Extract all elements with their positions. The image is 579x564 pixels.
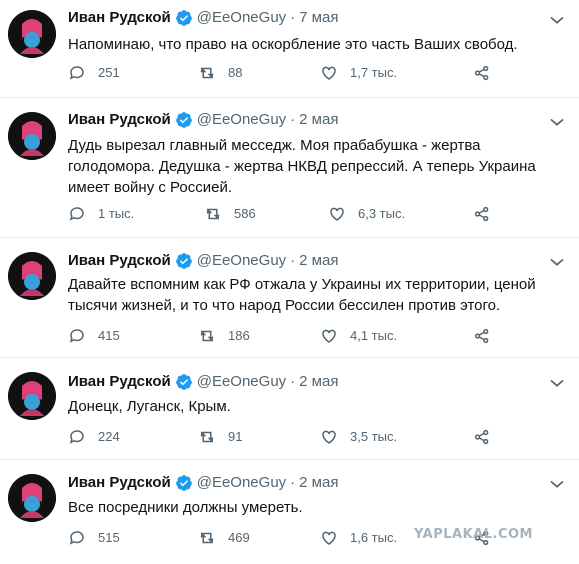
- retweet-button[interactable]: 186: [198, 327, 250, 345]
- share-button[interactable]: [473, 64, 503, 82]
- retweet-icon: [200, 532, 214, 544]
- author-handle[interactable]: @EeOneGuy: [197, 110, 286, 130]
- verified-badge-icon: [175, 475, 192, 491]
- author-name[interactable]: Иван Рудской: [68, 8, 171, 28]
- avatar[interactable]: [8, 372, 56, 420]
- retweet-count: 586: [234, 206, 256, 221]
- tweet-date[interactable]: 2 мая: [299, 372, 338, 392]
- reply-count: 515: [98, 530, 120, 545]
- heart-icon: [322, 430, 336, 444]
- tweet-date[interactable]: 2 мая: [299, 251, 338, 271]
- separator-dot: ·: [290, 252, 296, 269]
- reply-count: 251: [98, 65, 120, 80]
- separator-dot: ·: [290, 111, 296, 128]
- like-count: 1,6 тыс.: [350, 530, 398, 545]
- share-button[interactable]: [473, 205, 503, 223]
- share-button[interactable]: [473, 428, 503, 446]
- author-name[interactable]: Иван Рудской: [68, 372, 171, 392]
- share-icon: [474, 65, 489, 81]
- tweet-text: Давайте вспомним как РФ отжала у Украины…: [68, 276, 536, 314]
- like-count: 4,1 тыс.: [350, 328, 398, 343]
- more-options-icon[interactable]: [547, 371, 567, 391]
- tweet[interactable]: Иван Рудской @EeOneGuy · 2 мая Все посре…: [0, 460, 579, 564]
- reply-count: 224: [98, 429, 120, 444]
- share-icon: [474, 328, 489, 344]
- retweet-button[interactable]: 586: [204, 205, 256, 223]
- avatar[interactable]: [8, 252, 56, 300]
- retweet-button[interactable]: 469: [198, 529, 250, 547]
- tweet-date[interactable]: 2 мая: [299, 110, 338, 130]
- retweet-count: 88: [228, 65, 243, 80]
- retweet-button[interactable]: 91: [198, 428, 242, 446]
- reply-button[interactable]: 251: [68, 64, 120, 82]
- tweet-date[interactable]: 7 мая: [299, 8, 338, 28]
- reply-button[interactable]: 415: [68, 327, 120, 345]
- retweet-icon: [200, 431, 214, 443]
- retweet-count: 469: [228, 530, 250, 545]
- watermark: YAPLAKAL.COM: [414, 527, 533, 542]
- reply-button[interactable]: 515: [68, 529, 120, 547]
- heart-icon: [322, 531, 336, 545]
- separator-dot: ·: [290, 373, 296, 390]
- retweet-button[interactable]: 88: [198, 64, 242, 82]
- retweet-icon: [206, 208, 220, 220]
- tweet-text: Дудь вырезал главный месседж. Моя прабаб…: [68, 137, 536, 196]
- tweet[interactable]: Иван Рудской @EeOneGuy · 2 мая Донецк, Л…: [0, 358, 579, 460]
- reply-button[interactable]: 1 тыс.: [68, 205, 134, 223]
- tweet[interactable]: Иван Рудской @EeOneGuy · 2 мая Дудь выре…: [0, 98, 579, 238]
- like-button[interactable]: 4,1 тыс.: [320, 327, 397, 345]
- author-handle[interactable]: @EeOneGuy: [197, 372, 286, 392]
- retweet-icon: [200, 330, 214, 342]
- reply-count: 1 тыс.: [98, 206, 135, 221]
- like-button[interactable]: 6,3 тыс.: [328, 205, 405, 223]
- verified-badge-icon: [175, 112, 192, 128]
- more-options-icon[interactable]: [547, 110, 567, 130]
- more-options-icon[interactable]: [547, 8, 567, 28]
- author-handle[interactable]: @EeOneGuy: [197, 473, 286, 493]
- reply-icon: [69, 66, 84, 80]
- heart-icon: [322, 329, 336, 343]
- verified-badge-icon: [175, 253, 192, 269]
- author-handle[interactable]: @EeOneGuy: [197, 8, 286, 28]
- avatar[interactable]: [8, 474, 56, 522]
- author-handle[interactable]: @EeOneGuy: [197, 251, 286, 271]
- verified-badge-icon: [175, 374, 192, 390]
- heart-icon: [322, 66, 336, 80]
- more-options-icon[interactable]: [547, 250, 567, 270]
- separator-dot: ·: [290, 9, 296, 26]
- tweet[interactable]: Иван Рудской @EeOneGuy · 2 мая Давайте в…: [0, 238, 579, 358]
- reply-icon: [69, 430, 84, 444]
- share-icon: [474, 206, 489, 222]
- avatar[interactable]: [8, 112, 56, 160]
- reply-icon: [69, 329, 84, 343]
- reply-icon: [69, 207, 84, 221]
- avatar[interactable]: [8, 10, 56, 58]
- like-count: 1,7 тыс.: [350, 65, 398, 80]
- heart-icon: [330, 207, 344, 221]
- tweet-date[interactable]: 2 мая: [299, 473, 338, 493]
- reply-count: 415: [98, 328, 120, 343]
- like-count: 3,5 тыс.: [350, 429, 398, 444]
- share-icon: [474, 429, 489, 445]
- tweet-text: Все посредники должны умереть.: [68, 499, 303, 516]
- like-button[interactable]: 1,6 тыс.: [320, 529, 397, 547]
- retweet-count: 186: [228, 328, 250, 343]
- more-options-icon[interactable]: [547, 472, 567, 492]
- retweet-count: 91: [228, 429, 243, 444]
- reply-icon: [69, 531, 84, 545]
- tweet-text: Напоминаю, что право на оскорбление это …: [68, 36, 518, 53]
- tweet[interactable]: Иван Рудской @EeOneGuy · 7 мая Напоминаю…: [0, 0, 579, 98]
- tweet-text: Донецк, Луганск, Крым.: [68, 398, 231, 415]
- author-name[interactable]: Иван Рудской: [68, 473, 171, 493]
- share-button[interactable]: [473, 327, 503, 345]
- author-name[interactable]: Иван Рудской: [68, 251, 171, 271]
- separator-dot: ·: [290, 474, 296, 491]
- retweet-icon: [200, 67, 214, 79]
- reply-button[interactable]: 224: [68, 428, 120, 446]
- verified-badge-icon: [175, 10, 192, 26]
- author-name[interactable]: Иван Рудской: [68, 110, 171, 130]
- like-button[interactable]: 3,5 тыс.: [320, 428, 397, 446]
- like-button[interactable]: 1,7 тыс.: [320, 64, 397, 82]
- like-count: 6,3 тыс.: [358, 206, 406, 221]
